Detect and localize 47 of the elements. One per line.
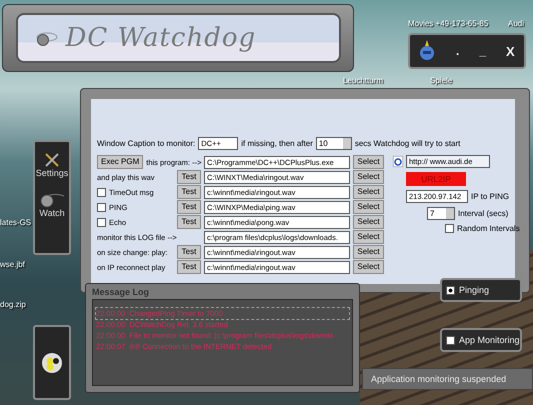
log-title: Message Log [92,287,150,297]
ball-icon [39,192,65,208]
browser-icon[interactable] [393,156,403,167]
seconds-spinbox[interactable]: 10 [316,137,352,150]
select-button[interactable]: Select [353,215,384,229]
test-button[interactable]: Test [177,245,201,259]
test-button[interactable]: Test [177,170,201,184]
select-button[interactable]: Select [353,170,384,184]
close-button[interactable]: X [506,44,515,58]
interval-label: Interval (secs) [458,209,508,218]
interval-spinbox[interactable]: 7 [427,207,455,220]
select-button[interactable]: Select [353,260,384,274]
select-button[interactable]: Select [353,230,384,244]
test-button[interactable]: Test [177,200,201,214]
toggle-label: Pinging [459,285,490,295]
checkbox[interactable] [446,286,455,294]
caption-label: Window Caption to monitor: [97,139,196,148]
test-button[interactable]: Test [177,185,201,199]
ball-icon [36,30,58,46]
sidebar-item[interactable]: Watch [39,192,65,218]
ip-label: IP to PING [471,192,510,201]
checkbox[interactable] [97,188,106,196]
dot-button[interactable]: . [456,44,460,58]
test-button[interactable]: Test [177,215,201,229]
after-label: if missing, then after [241,139,313,148]
select-button[interactable]: Select [353,245,384,259]
checkbox[interactable] [445,224,454,233]
checkbox[interactable] [97,202,106,212]
desktop-icon-label[interactable]: dog.zip [0,300,26,309]
test-button[interactable]: Test [177,260,201,274]
sidebar-item[interactable]: Settings [36,152,68,178]
toggle-label: App Monitoring [459,335,520,345]
suffix-label: secs Watchdog will try to start [354,139,460,148]
select-button[interactable]: Select [353,200,384,214]
exec-button[interactable]: Exec PGM [97,155,144,169]
select-button[interactable]: Select [353,185,384,199]
balls-icon[interactable] [41,352,63,374]
checkbox[interactable] [446,336,455,344]
checkbox-label: Random Intervals [457,224,520,233]
tools-icon [43,152,61,168]
desktop-icon-label[interactable]: lates-GS [0,218,32,227]
status-bar: Application monitoring suspended [362,368,533,390]
minimize-button[interactable]: _ [479,44,486,58]
select-button[interactable]: Select [353,155,384,169]
desktop-icon-label[interactable]: wse.jbf [0,260,25,269]
window-title: DC Watchdog [66,23,256,53]
checkbox[interactable] [97,218,106,226]
